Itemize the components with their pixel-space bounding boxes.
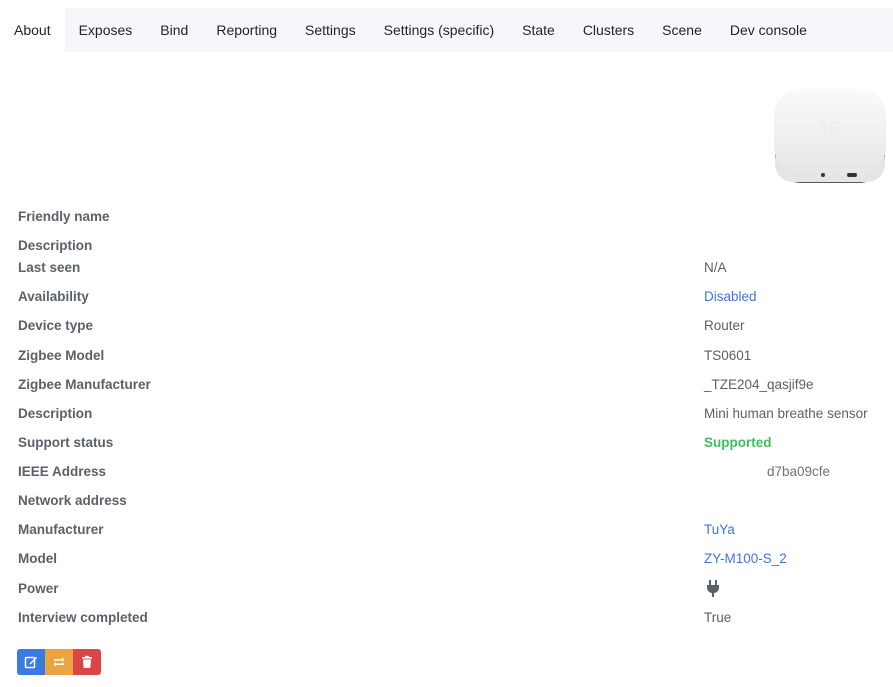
- ieee-address-value: d7ba09cfe: [767, 464, 831, 479]
- power-label: Power: [18, 581, 59, 596]
- row-friendly-name: Friendly name: [0, 207, 893, 227]
- row-availability: Availability Disabled: [0, 287, 893, 307]
- availability-link[interactable]: Disabled: [704, 287, 757, 307]
- refresh-icon: [53, 657, 65, 667]
- row-description-top: Description: [0, 236, 893, 256]
- interview-completed-label: Interview completed: [18, 610, 148, 625]
- device-type-label: Device type: [18, 318, 94, 333]
- description-top-label: Description: [18, 238, 93, 253]
- plug-icon: [706, 579, 720, 599]
- device-actions: [17, 649, 101, 675]
- row-model: Model ZY-M100-S_2: [0, 549, 893, 569]
- row-network-address: Network address: [0, 491, 893, 511]
- row-zigbee-model: Zigbee Model TS0601: [0, 346, 893, 366]
- support-status-label: Support status: [18, 435, 114, 450]
- row-support-status: Support status Supported: [0, 433, 893, 453]
- zigbee-model-label: Zigbee Model: [18, 348, 105, 363]
- row-ieee-address: IEEE Address d7ba09cfe: [0, 462, 893, 482]
- row-manufacturer: Manufacturer TuYa: [0, 520, 893, 540]
- availability-label: Availability: [18, 289, 89, 304]
- row-last-seen: Last seen N/A: [0, 258, 893, 278]
- model-link[interactable]: ZY-M100-S_2: [704, 549, 787, 569]
- row-device-type: Device type Router: [0, 316, 893, 336]
- row-description: Description Mini human breathe sensor: [0, 404, 893, 424]
- row-power: Power: [0, 579, 893, 599]
- manufacturer-label: Manufacturer: [18, 522, 104, 537]
- last-seen-value: N/A: [704, 260, 727, 275]
- ieee-address-label: IEEE Address: [18, 464, 107, 479]
- reconfigure-button[interactable]: [45, 649, 73, 675]
- edit-icon: [24, 656, 37, 669]
- friendly-name-label: Friendly name: [18, 209, 110, 224]
- zigbee-model-value: TS0601: [704, 348, 752, 363]
- zigbee-manufacturer-value: _TZE204_qasjif9e: [704, 377, 814, 392]
- network-address-label: Network address: [18, 493, 127, 508]
- last-seen-label: Last seen: [18, 260, 81, 275]
- zigbee-manufacturer-label: Zigbee Manufacturer: [18, 377, 151, 392]
- support-status-link[interactable]: Supported: [704, 433, 772, 453]
- device-type-value: Router: [704, 318, 745, 333]
- row-interview-completed: Interview completed True: [0, 608, 893, 628]
- remove-button[interactable]: [73, 649, 101, 675]
- manufacturer-link[interactable]: TuYa: [704, 520, 735, 540]
- description-value: Mini human breathe sensor: [704, 406, 868, 421]
- device-properties: Friendly name Description Last seen N/A …: [0, 0, 893, 687]
- row-zigbee-manufacturer: Zigbee Manufacturer _TZE204_qasjif9e: [0, 375, 893, 395]
- trash-icon: [82, 655, 92, 668]
- description-label: Description: [18, 406, 93, 421]
- model-label: Model: [18, 551, 57, 566]
- interview-completed-value: True: [704, 610, 732, 625]
- edit-button[interactable]: [17, 649, 45, 675]
